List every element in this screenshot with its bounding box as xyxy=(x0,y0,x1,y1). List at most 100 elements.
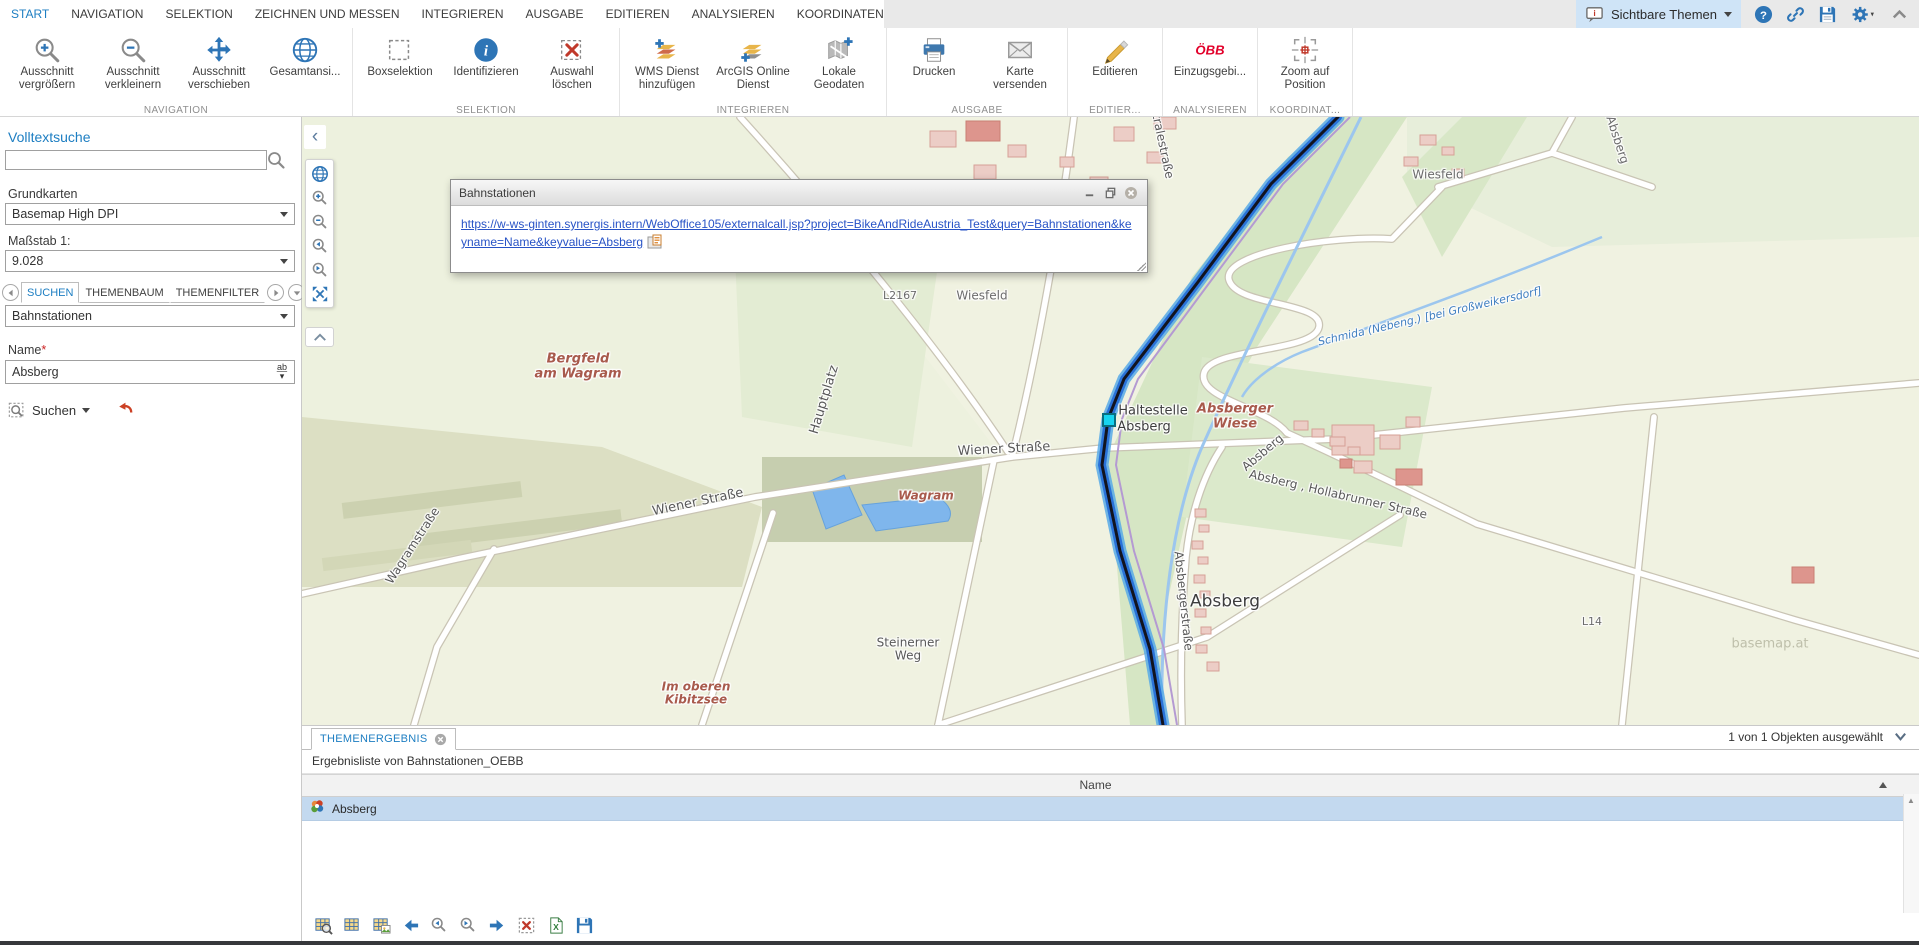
arcgis-online-dienst-button[interactable]: ArcGIS Online Dienst xyxy=(710,30,796,104)
table-report-icon[interactable] xyxy=(372,916,392,936)
tab-zeichnen-und-messen[interactable]: ZEICHNEN UND MESSEN xyxy=(244,0,411,28)
next-extent-icon[interactable] xyxy=(310,259,330,280)
tab-integrieren[interactable]: INTEGRIEREN xyxy=(411,0,515,28)
prev-extent-icon[interactable] xyxy=(310,235,330,256)
close-icon[interactable] xyxy=(1123,185,1139,201)
tab-start[interactable]: START xyxy=(0,0,60,28)
restore-window-icon[interactable] xyxy=(1102,185,1118,201)
box-search-icon xyxy=(8,402,26,420)
selected-station-marker[interactable] xyxy=(1102,413,1116,427)
zoom-out-icon[interactable] xyxy=(310,211,330,232)
column-header-name[interactable]: Name xyxy=(302,775,1889,795)
scroll-up-icon[interactable]: ▲ xyxy=(1907,796,1915,805)
editieren-button[interactable]: Editieren xyxy=(1072,30,1158,104)
name-field-label: Name* xyxy=(8,343,46,357)
results-toolbar: X xyxy=(314,916,595,936)
button-label: Boxselektion xyxy=(367,66,432,79)
identifizieren-button[interactable]: iIdentifizieren xyxy=(443,30,529,104)
tab-selektion[interactable]: SELEKTION xyxy=(154,0,243,28)
open-external-icon[interactable] xyxy=(647,234,664,249)
results-scrollbar[interactable]: ▲ xyxy=(1903,794,1919,913)
query-theme-select[interactable]: Bahnstationen xyxy=(5,305,295,327)
basemap-select[interactable]: Basemap High DPI xyxy=(5,203,295,225)
button-label: Ausschnitt verschieben xyxy=(188,66,250,92)
group-label: INTEGRIEREN xyxy=(620,105,886,116)
boxselektion-button[interactable]: Boxselektion xyxy=(357,30,443,104)
tab-ausgabe[interactable]: AUSGABE xyxy=(515,0,595,28)
search-execute-button[interactable]: Suchen xyxy=(8,402,90,420)
box-select-icon xyxy=(385,33,415,66)
sidebar-tab-themenbaum[interactable]: THEMENBAUM xyxy=(79,282,169,303)
close-results-tab-icon[interactable] xyxy=(434,733,447,746)
name-field[interactable]: Absberg a̲b̲▾ xyxy=(5,360,295,384)
search-icon[interactable] xyxy=(266,150,286,170)
drucken-button[interactable]: Drucken xyxy=(891,30,977,104)
zoom-prev-result-icon[interactable] xyxy=(430,916,450,936)
tab-analysieren[interactable]: ANALYSIEREN xyxy=(681,0,786,28)
zoom-to-table-icon[interactable] xyxy=(314,916,334,936)
results-panel: THEMENERGEBNIS 1 von 1 Objekten ausgewäh… xyxy=(302,725,1919,941)
visible-themes-dropdown[interactable]: i Sichtbare Themen xyxy=(1576,0,1741,28)
map-canvas[interactable]: WiesfeldAbsbergSchmida (Nebeng.) [bei Gr… xyxy=(302,117,1919,725)
ausschnitt-verkleinern-button[interactable]: Ausschnitt verkleinern xyxy=(90,30,176,104)
zoom-auf-position-button[interactable]: Zoom auf Position xyxy=(1262,30,1348,104)
next-arrow-icon[interactable] xyxy=(488,916,508,936)
button-label: Gesamtansi... xyxy=(270,66,341,79)
results-table-header[interactable]: Name xyxy=(302,774,1919,797)
dialog-title: Bahnstationen xyxy=(459,186,1076,200)
reset-search-icon[interactable] xyxy=(116,400,134,421)
svg-text:ÖBB: ÖBB xyxy=(1195,42,1224,57)
search-sidebar: Volltextsuche Grundkarten Basemap High D… xyxy=(0,117,302,941)
link-icon[interactable] xyxy=(1786,5,1805,24)
scroll-tabs-left-icon[interactable] xyxy=(2,284,19,301)
result-row[interactable]: Absberg xyxy=(302,797,1919,821)
external-call-link[interactable]: https://w-ws-ginten.synergis.intern/WebO… xyxy=(461,217,1132,249)
fulltext-search-title[interactable]: Volltextsuche xyxy=(8,129,91,145)
speech-bubble-info-icon: i xyxy=(1585,5,1604,24)
prev-arrow-icon[interactable] xyxy=(401,916,421,936)
tab-themenergebnis[interactable]: THEMENERGEBNIS xyxy=(311,728,456,750)
button-label: Einzugsgebi... xyxy=(1174,66,1246,79)
globe-overview-icon[interactable] xyxy=(310,163,330,184)
lokale-geodaten-button[interactable]: Lokale Geodaten xyxy=(796,30,882,104)
suggestion-sort-icon[interactable]: a̲b̲▾ xyxy=(274,363,290,381)
dialog-title-bar[interactable]: Bahnstationen xyxy=(451,180,1147,206)
zoom-next-result-icon[interactable] xyxy=(459,916,479,936)
einzugsgebi-button[interactable]: ÖBB Einzugsgebi... xyxy=(1167,30,1253,104)
button-label: ArcGIS Online Dienst xyxy=(716,66,790,92)
dialog-resize-handle[interactable] xyxy=(1137,262,1146,271)
save-results-icon[interactable] xyxy=(575,916,595,936)
collapse-ribbon-icon[interactable] xyxy=(1890,5,1909,24)
auswahl-löschen-button[interactable]: Auswahl löschen xyxy=(529,30,615,104)
ausschnitt-verschieben-button[interactable]: Ausschnitt verschieben xyxy=(176,30,262,104)
svg-text:?: ? xyxy=(1760,9,1767,21)
excel-export-icon[interactable]: X xyxy=(546,916,566,936)
collapse-results-icon[interactable] xyxy=(1893,729,1909,745)
tab-koordinaten[interactable]: KOORDINATEN xyxy=(786,0,895,28)
full-extent-icon[interactable] xyxy=(310,283,330,304)
scroll-tabs-right-icon[interactable] xyxy=(267,284,284,301)
scale-select[interactable]: 9.028 xyxy=(5,250,295,272)
wms-dienst-hinzufügen-button[interactable]: WMS Dienst hinzufügen xyxy=(624,30,710,104)
map-toolbar-collapse-button[interactable] xyxy=(305,327,334,347)
tab-editieren[interactable]: EDITIEREN xyxy=(595,0,681,28)
sidebar-collapse-button[interactable]: ‹ xyxy=(304,125,326,149)
group-label: KOORDINAT... xyxy=(1258,105,1352,116)
tab-navigation[interactable]: NAVIGATION xyxy=(60,0,154,28)
clear-selection-small-icon[interactable] xyxy=(517,916,537,936)
sidebar-tab-suchen[interactable]: SUCHEN xyxy=(21,282,79,303)
settings-gear-icon[interactable] xyxy=(1850,5,1877,24)
zoom-in-icon[interactable] xyxy=(310,187,330,208)
button-label: Karte versenden xyxy=(993,66,1047,92)
save-icon[interactable] xyxy=(1818,5,1837,24)
sort-ascending-icon[interactable] xyxy=(1879,782,1887,788)
gesamtansi-button[interactable]: Gesamtansi... xyxy=(262,30,348,104)
ausschnitt-vergrößern-button[interactable]: Ausschnitt vergrößern xyxy=(4,30,90,104)
minimize-icon[interactable] xyxy=(1081,185,1097,201)
help-icon[interactable]: ? xyxy=(1754,5,1773,24)
fulltext-search-input[interactable] xyxy=(5,150,267,170)
karte-versenden-button[interactable]: Karte versenden xyxy=(977,30,1063,104)
sidebar-tab-themenfilter[interactable]: THEMENFILTER xyxy=(170,282,266,303)
attribute-table-icon[interactable] xyxy=(343,916,363,936)
scale-value: 9.028 xyxy=(12,254,43,268)
